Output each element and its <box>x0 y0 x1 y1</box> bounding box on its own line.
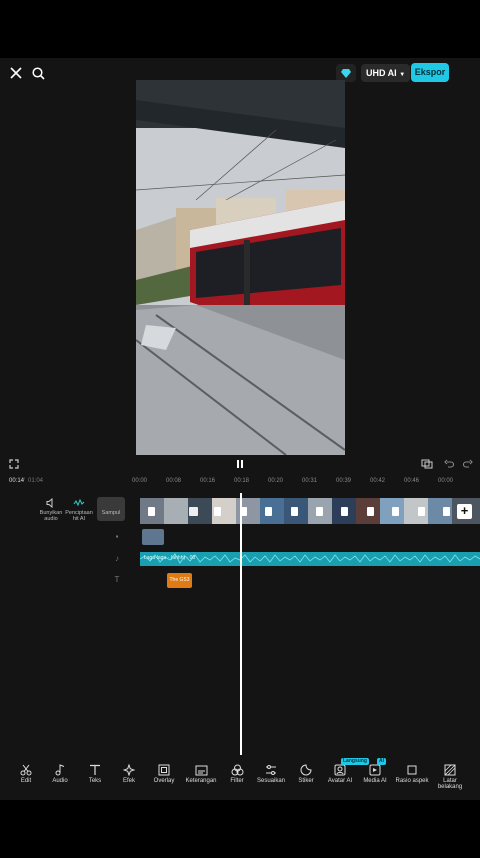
scissors-icon <box>7 762 45 778</box>
overlay-icon <box>145 762 183 778</box>
sticker-icon <box>287 762 325 778</box>
music-note-icon <box>41 762 79 778</box>
mute-audio-button[interactable]: Bunyikan audio <box>37 497 65 522</box>
tool-label: Latar belakang <box>437 778 463 790</box>
tool-label: Filter <box>230 778 244 784</box>
ruler-tick: 00:00 <box>438 478 454 484</box>
preview-frame-image <box>136 80 345 455</box>
text-clip[interactable]: The GS3 <box>167 573 192 588</box>
transition-marker[interactable] <box>443 507 450 516</box>
tool-label: Media AI <box>363 778 387 784</box>
ruler-tick: 00:16 <box>200 478 216 484</box>
text-lane-icon[interactable]: T <box>112 575 122 585</box>
transition-marker[interactable] <box>265 507 272 516</box>
tool-audio[interactable]: Audio <box>41 762 79 784</box>
overlay-clip[interactable] <box>142 529 164 545</box>
bottom-toolbar: Edit Audio Teks Efek Overlay Keterangan … <box>0 758 480 802</box>
transition-marker[interactable] <box>291 507 298 516</box>
transition-marker[interactable] <box>367 507 374 516</box>
playhead[interactable] <box>240 493 242 755</box>
video-track[interactable]: + <box>140 498 480 524</box>
transition-marker[interactable] <box>316 507 323 516</box>
tool-label: Keterangan <box>185 778 217 784</box>
tool-label: Efek <box>122 778 135 784</box>
sparkle-icon <box>110 762 148 778</box>
chevron-down-icon: ▼ <box>399 72 406 78</box>
ruler-tick: 00:18 <box>234 478 250 484</box>
transition-marker[interactable] <box>418 507 425 516</box>
tool-avatar-ai[interactable]: Langsung Avatar AI <box>321 758 369 784</box>
fullscreen-icon[interactable] <box>4 454 24 474</box>
time-separator: / <box>23 478 25 484</box>
tool-text[interactable]: Teks <box>76 762 114 784</box>
caption-icon <box>182 762 220 778</box>
undo-icon[interactable] <box>439 454 459 474</box>
uhd-ai-dropdown[interactable]: UHD AI ▼ <box>361 64 411 82</box>
editor-app: UHD AI ▼ Ekspor 00:14 / 01:04 00:00 00:0… <box>0 58 480 800</box>
tool-label: Edit <box>20 778 32 784</box>
total-time: 01:04 <box>28 478 44 484</box>
tool-label: Rasio aspek <box>395 778 429 784</box>
tool-label: Avatar AI <box>327 778 353 784</box>
tool-filter[interactable]: Filter <box>218 762 256 784</box>
transition-marker[interactable] <box>214 507 221 516</box>
playback-controls <box>0 454 480 474</box>
ruler-tick: 00:39 <box>336 478 352 484</box>
mute-audio-label: Bunyikan audio <box>39 510 63 522</box>
ai-wave-icon <box>73 498 85 507</box>
cover-button[interactable]: Sampul <box>97 497 125 521</box>
transition-marker[interactable] <box>392 507 399 516</box>
cover-label: Sampul <box>101 510 121 516</box>
ruler-tick: 00:46 <box>404 478 420 484</box>
tool-label: Teks <box>88 778 102 784</box>
audio-clip-label: Lagu-lagu · (ahhh) · 00 <box>144 555 196 561</box>
uhd-label: UHD AI <box>366 68 397 78</box>
add-clip-icon[interactable]: + <box>457 504 472 519</box>
export-button[interactable]: Ekspor <box>411 63 449 82</box>
tool-adjust[interactable]: Sesuaikan <box>252 762 290 784</box>
transition-marker[interactable] <box>189 507 198 516</box>
tool-edit[interactable]: Edit <box>7 762 45 784</box>
tool-sticker[interactable]: Stiker <box>287 762 325 784</box>
ruler-tick: 00:08 <box>166 478 182 484</box>
time-ruler[interactable]: 00:14 / 01:04 00:00 00:08 00:16 00:18 00… <box>0 476 480 488</box>
transition-marker[interactable] <box>341 507 348 516</box>
aspect-ratio-icon <box>393 762 431 778</box>
ai-hit-button[interactable]: Penciptaan hit AI <box>65 498 93 522</box>
ruler-tick: 00:42 <box>370 478 386 484</box>
background-icon <box>431 762 469 778</box>
video-preview[interactable] <box>136 80 345 455</box>
ruler-tick: 00:00 <box>132 478 148 484</box>
keyframe-icon[interactable] <box>417 454 437 474</box>
text-icon <box>76 762 114 778</box>
adjust-icon <box>252 762 290 778</box>
tool-captions[interactable]: Keterangan <box>182 762 220 784</box>
ai-hit-label: Penciptaan hit AI <box>65 510 93 522</box>
speaker-icon <box>46 497 53 509</box>
transition-marker[interactable] <box>148 507 155 516</box>
filter-icon <box>218 762 256 778</box>
media-ai-icon <box>356 762 394 778</box>
search-icon[interactable] <box>28 63 48 83</box>
ruler-tick: 00:20 <box>268 478 284 484</box>
overlay-lane-icon[interactable]: ▪ <box>112 532 122 542</box>
ai-badge: AI <box>377 758 386 765</box>
current-time: 00:14 <box>9 478 25 484</box>
tool-label: Overlay <box>153 778 175 784</box>
tool-background[interactable]: Latar belakang <box>431 762 469 790</box>
tool-media-ai[interactable]: AI Media AI <box>356 758 394 784</box>
pause-icon[interactable] <box>230 454 250 474</box>
tool-effects[interactable]: Efek <box>110 762 148 784</box>
audio-lane-icon[interactable]: ♪ <box>112 554 122 564</box>
redo-icon[interactable] <box>458 454 478 474</box>
audio-track[interactable]: Lagu-lagu · (ahhh) · 00 <box>140 552 480 566</box>
tool-overlay[interactable]: Overlay <box>145 762 183 784</box>
tool-label: Sesuaikan <box>256 778 286 784</box>
tool-label: Audio <box>52 778 68 784</box>
close-icon[interactable] <box>6 63 26 83</box>
tool-aspect-ratio[interactable]: Rasio aspek <box>393 762 431 784</box>
ruler-tick: 00:31 <box>302 478 318 484</box>
tool-label: Stiker <box>298 778 314 784</box>
